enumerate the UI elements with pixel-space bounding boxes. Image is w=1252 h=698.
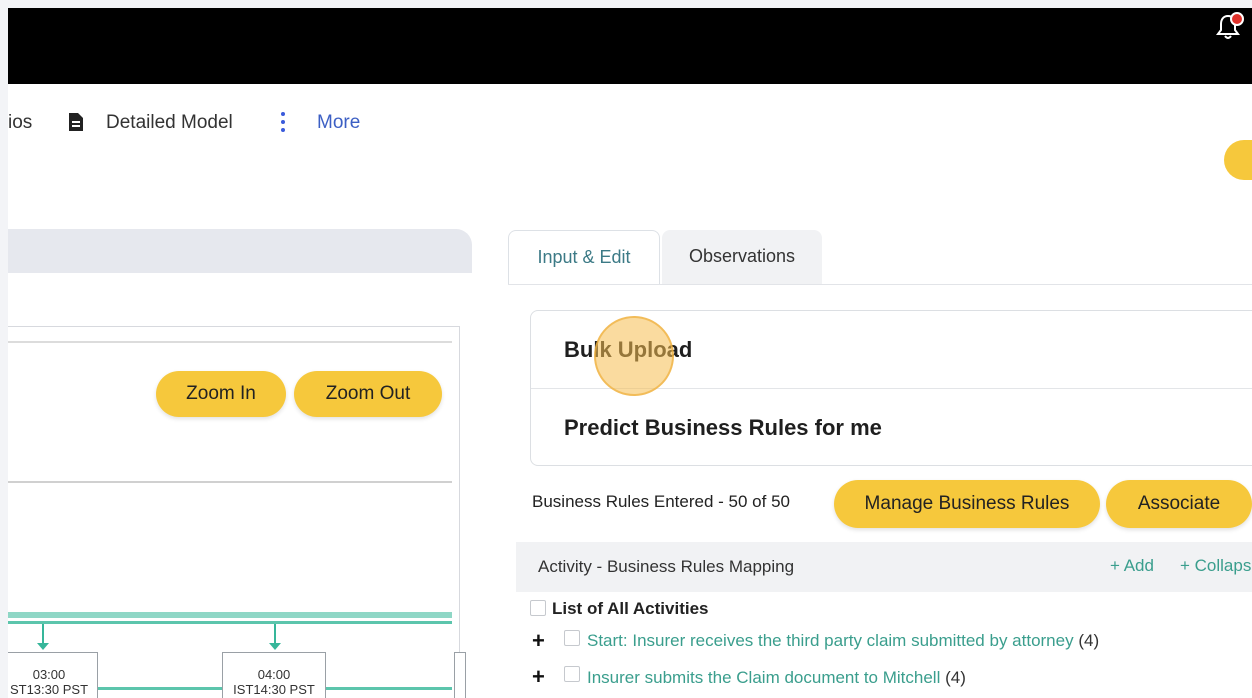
notification-badge — [1230, 12, 1244, 26]
list-all-checkbox[interactable] — [530, 600, 546, 616]
mapping-title: Activity - Business Rules Mapping — [538, 557, 795, 576]
activity-item[interactable]: Start: Insurer receives the third party … — [587, 631, 1099, 651]
node-subtitle: IST14:30 PST — [233, 682, 315, 697]
kebab-menu-icon[interactable] — [280, 112, 286, 132]
activity-link[interactable]: Insurer submits the Claim document to Mi… — [587, 668, 940, 687]
node-time: 04:00 — [257, 667, 291, 682]
tab-input-edit[interactable]: Input & Edit — [508, 230, 660, 284]
activity-item[interactable]: Insurer submits the Claim document to Mi… — [587, 668, 966, 688]
node-time: 03:00 — [32, 667, 66, 682]
timeline-node[interactable]: 03:00 ST13:30 PST — [8, 652, 98, 698]
nav-scenarios-link[interactable]: ios — [8, 112, 32, 134]
activity-count: (4) — [945, 668, 966, 687]
list-all-activities-label: List of All Activities — [552, 599, 709, 618]
document-icon — [68, 112, 84, 132]
manage-business-rules-button[interactable]: Manage Business Rules — [834, 480, 1100, 528]
actions-box: Bulk Upload Predict Business Rules for m… — [530, 310, 1252, 466]
activity-checkbox[interactable] — [564, 666, 580, 682]
nav-more-link[interactable]: More — [317, 112, 360, 134]
business-rules-count: Business Rules Entered - 50 of 50 — [532, 492, 790, 511]
flow-connector — [8, 612, 452, 618]
associate-button[interactable]: Associate — [1106, 480, 1252, 528]
user-avatar-button[interactable] — [1224, 140, 1252, 180]
activity-mapping-header: Activity - Business Rules Mapping + Add … — [516, 542, 1252, 592]
expand-plus-icon[interactable]: + — [532, 628, 545, 654]
zoom-out-button[interactable]: Zoom Out — [294, 371, 442, 417]
zoom-in-button[interactable]: Zoom In — [156, 371, 286, 417]
process-canvas[interactable]: Zoom In Zoom Out 03:00 ST13:30 PST 04:00… — [8, 326, 466, 698]
flow-arrow — [37, 624, 49, 650]
canvas-divider — [8, 481, 452, 483]
bulk-upload-option[interactable]: Bulk Upload — [531, 311, 1252, 389]
nav-detailed-model-link[interactable]: Detailed Model — [106, 112, 233, 134]
left-panel-header — [8, 229, 472, 273]
node-subtitle: ST13:30 PST — [9, 682, 89, 697]
predict-business-rules-option[interactable]: Predict Business Rules for me — [531, 389, 1252, 467]
expand-plus-icon[interactable]: + — [532, 664, 545, 690]
bell-icon[interactable] — [1216, 12, 1244, 40]
tab-observations[interactable]: Observations — [662, 230, 822, 284]
timeline-node[interactable] — [454, 652, 466, 698]
top-bar — [8, 8, 1252, 84]
collapse-link[interactable]: + Collapse — [1180, 556, 1252, 576]
tab-divider — [508, 284, 1252, 285]
page: ios Detailed Model More Zoom In Zoom Out… — [8, 8, 1252, 698]
activity-count: (4) — [1078, 631, 1100, 650]
activity-link[interactable]: Start: Insurer receives the third party … — [587, 631, 1074, 650]
canvas-divider — [8, 341, 452, 343]
nav-row: ios Detailed Model More — [8, 92, 1252, 148]
flow-connector — [8, 621, 452, 624]
activity-checkbox[interactable] — [564, 630, 580, 646]
flow-arrow — [269, 624, 281, 650]
add-link[interactable]: + Add — [1110, 556, 1154, 576]
timeline-node[interactable]: 04:00 IST14:30 PST — [222, 652, 326, 698]
